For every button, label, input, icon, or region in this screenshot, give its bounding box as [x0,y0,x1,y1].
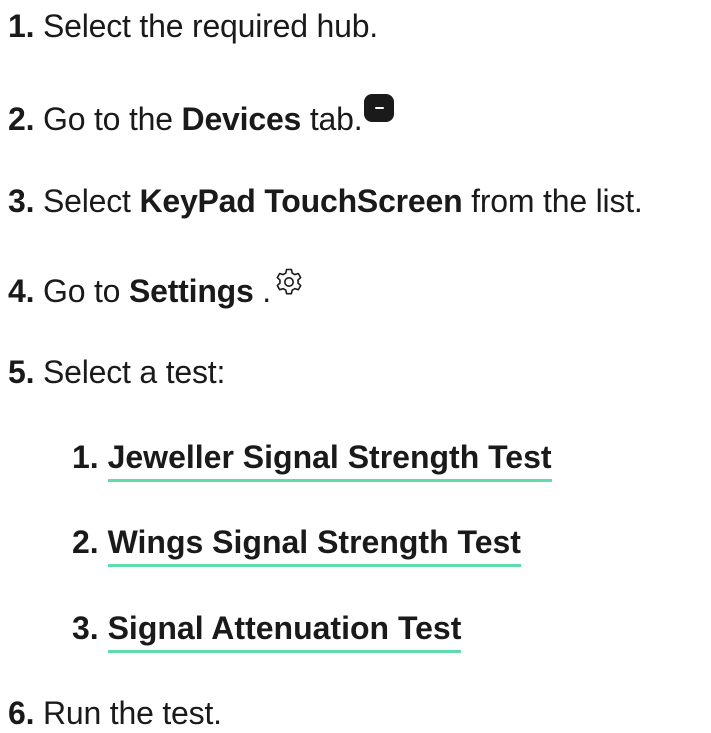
test-item-3: 3. Signal Attenuation Test [72,608,462,653]
step-5: 5. Select a test: [8,352,225,392]
gear-icon [276,268,302,295]
step-4: 4. Go to Settings . [8,266,305,311]
step-text: Run the test. [43,695,222,731]
step-3: 3. Select KeyPad TouchScreen from the li… [8,181,643,221]
step-2: 2. Go to the Devices tab. [8,94,395,139]
step-number: 5. [8,354,35,390]
step-number: 6. [8,695,35,731]
step-number: 4. [8,273,35,309]
settings-name: Settings [128,273,254,309]
test-item-1: 1. Jeweller Signal Strength Test [72,437,552,482]
step-number: 1. [8,8,35,44]
step-text: Select a test: [43,354,226,390]
test-item-2: 2. Wings Signal Strength Test [72,522,521,567]
step-number: 3. [8,183,35,219]
step-text: Select [43,183,140,219]
jeweller-signal-test-link[interactable]: Jeweller Signal Strength Test [107,439,552,482]
step-text-tail: from the list. [462,183,643,219]
step-text-tail: tab. [301,101,363,137]
device-name: KeyPad TouchScreen [139,183,463,219]
step-text: Select the required hub. [43,8,378,44]
devices-tab-icon [364,94,395,122]
step-text: Go to the [43,101,182,137]
step-text: Go to [43,273,129,309]
step-6: 6. Run the test. [8,693,222,733]
step-text-tail: . [253,273,271,309]
wings-signal-test-link[interactable]: Wings Signal Strength Test [107,524,521,567]
test-number: 3. [72,610,99,646]
devices-tab-name: Devices [181,101,302,137]
signal-attenuation-test-link[interactable]: Signal Attenuation Test [107,610,462,653]
test-number: 1. [72,439,99,475]
step-1: 1. Select the required hub. [8,6,378,46]
test-number: 2. [72,524,99,560]
step-number: 2. [8,101,35,137]
